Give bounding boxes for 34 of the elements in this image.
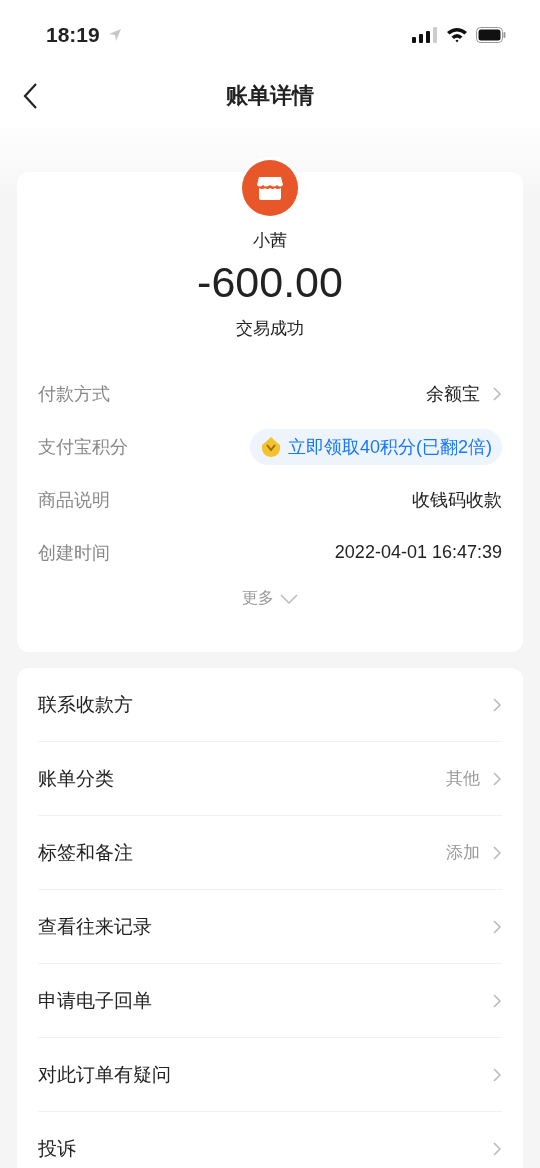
page-title: 账单详情 [226, 82, 314, 110]
detail-label: 创建时间 [38, 541, 110, 565]
battery-icon [476, 27, 506, 43]
chevron-right-icon [492, 1066, 502, 1083]
chevron-right-icon [492, 992, 502, 1009]
chevron-right-icon [492, 385, 502, 402]
payee-name: 小茜 [253, 230, 287, 252]
amount: -600.00 [197, 258, 343, 307]
menu-item[interactable]: 申请电子回单 [38, 964, 502, 1038]
menu-item[interactable]: 对此订单有疑问 [38, 1038, 502, 1112]
chevron-right-icon [492, 696, 502, 713]
location-arrow-icon [107, 28, 122, 42]
transaction-status: 交易成功 [236, 318, 304, 340]
coin-icon [259, 435, 282, 458]
status-time: 18:19 [46, 23, 100, 47]
menu-item[interactable]: 联系收款方 [38, 668, 502, 742]
detail-value: 收钱码收款 [412, 488, 502, 512]
chevron-right-icon [492, 770, 502, 787]
detail-label: 付款方式 [38, 382, 110, 406]
menu-item[interactable]: 账单分类 其他 [38, 742, 502, 816]
detail-link[interactable]: 余额宝 [426, 381, 502, 406]
chevron-right-icon [492, 918, 502, 935]
chevron-down-icon [280, 593, 298, 604]
chevron-right-icon [492, 844, 502, 861]
detail-label: 商品说明 [38, 488, 110, 512]
wifi-icon [446, 27, 468, 43]
detail-label: 支付宝积分 [38, 435, 128, 459]
menu-item[interactable]: 投诉 [38, 1112, 502, 1168]
points-badge[interactable]: 立即领取40积分(已翻2倍) [249, 428, 502, 465]
detail-value: 2022-04-01 16:47:39 [334, 542, 502, 563]
signal-icon [412, 27, 438, 43]
menu-item[interactable]: 标签和备注 添加 [38, 816, 502, 890]
menu-item[interactable]: 查看往来记录 [38, 890, 502, 964]
chevron-right-icon [492, 1140, 502, 1157]
